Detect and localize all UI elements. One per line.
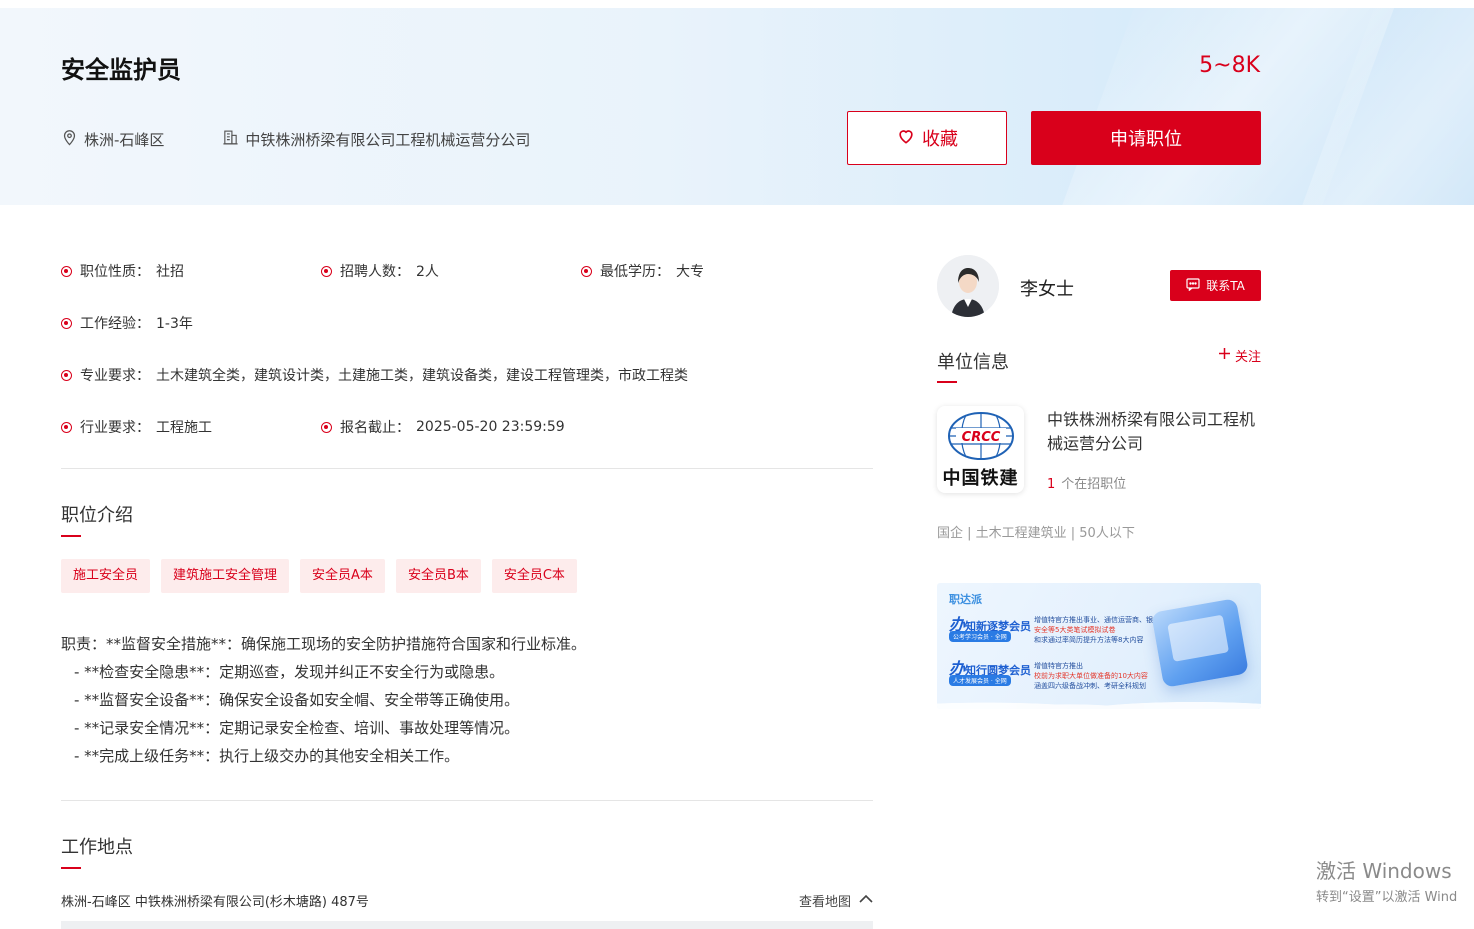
work-address-row: 株洲-石峰区 中铁株洲桥梁有限公司(杉木塘路) 487号 查看地图 — [61, 891, 873, 910]
divider — [61, 800, 873, 801]
bullet-icon — [61, 421, 72, 433]
bullet-icon — [321, 265, 332, 277]
bullet-icon — [321, 421, 332, 433]
banner-text: 增值特官方推出 校前为求职大单位做准备的10大内容 涵盖四六级备战冲刺、考研全科… — [1034, 661, 1148, 691]
attr-experience: 工作经验： 1-3年 — [61, 313, 193, 333]
description-line: 职责：**监督安全措施**：确保施工现场的安全防护措施符合国家和行业标准。 — [61, 635, 587, 653]
logo-text: 中国铁建 — [942, 467, 1019, 489]
company-tags: 国企 | 土木工程建筑业 | 50人以下 — [937, 526, 1135, 541]
banner-text-line: 增值特官方推出 — [1034, 662, 1083, 670]
building-icon — [222, 129, 239, 150]
job-location-text: 株洲-石峰区 — [84, 131, 165, 149]
attr-value: 1-3年 — [156, 316, 193, 332]
attr-headcount: 招聘人数： 2人 — [321, 261, 439, 281]
attr-education: 最低学历： 大专 — [581, 261, 704, 281]
company-logo[interactable]: CRCC 中国铁建 — [937, 406, 1024, 493]
job-title: 安全监护员 — [61, 56, 181, 84]
watermark-line: 激活 Windows — [1316, 859, 1452, 883]
map-preview[interactable] — [61, 921, 873, 929]
job-tag: 建筑施工安全管理 — [161, 559, 290, 593]
banner-pill: 公考学习会员 · 全网 — [949, 631, 1011, 642]
bullet-icon — [61, 265, 72, 277]
location-pin-icon — [61, 129, 78, 150]
bullet-icon — [61, 317, 72, 329]
job-location: 株洲-石峰区 — [61, 129, 164, 150]
view-map-link[interactable]: 查看地图 — [799, 891, 873, 910]
attr-key: 工作经验： — [80, 316, 150, 332]
logo-mark-text: CRCC — [961, 430, 1000, 445]
attr-value: 2人 — [416, 264, 439, 280]
follow-label: 关注 — [1234, 350, 1261, 365]
job-tag: 安全员B本 — [395, 559, 481, 593]
contact-button[interactable]: 联系TA — [1170, 270, 1261, 301]
promo-banner[interactable]: 职达派 办知新逐梦会员 公考学习会员 · 全网 增值特官方推出事业、通信运营商、… — [937, 583, 1261, 709]
job-tag: 安全员C本 — [491, 559, 577, 593]
attr-value: 工程施工 — [156, 420, 212, 436]
recruiter-name: 李女士 — [1020, 279, 1074, 300]
attr-value: 2025-05-20 23:59:59 — [416, 419, 565, 435]
contact-label: 联系TA — [1206, 279, 1245, 293]
chevron-up-icon — [859, 893, 873, 908]
attr-key: 招聘人数： — [340, 264, 410, 280]
section-title-unit: 单位信息 — [937, 348, 1009, 383]
bullet-icon — [581, 265, 592, 277]
attr-industry: 行业要求： 工程施工 — [61, 417, 212, 437]
description-line: - **检查安全隐患**：定期巡查，发现并纠正不安全行为或隐患。 — [74, 663, 505, 681]
openings-label: 个在招职位 — [1061, 477, 1127, 492]
salary: 5~8K — [1199, 53, 1260, 78]
job-header: 安全监护员 5~8K 株洲-石峰区 中铁株洲桥梁有限公司工程机械运营分公司 收藏… — [0, 8, 1474, 205]
attr-key: 职位性质： — [80, 264, 150, 280]
attr-key: 专业要求： — [80, 368, 150, 384]
attr-key: 最低学历： — [600, 264, 670, 280]
plus-icon — [1218, 348, 1230, 363]
attr-major: 专业要求： 土木建筑全类，建筑设计类，土建施工类，建筑设备类，建设工程管理类，市… — [61, 365, 688, 385]
divider — [61, 468, 873, 469]
attr-value: 社招 — [156, 264, 184, 280]
job-tag: 安全员A本 — [300, 559, 385, 593]
banner-text-line: 校前为求职大单位做准备的10大内容 — [1034, 672, 1148, 680]
section-title-intro: 职位介绍 — [61, 501, 133, 537]
avatar — [937, 255, 999, 317]
openings-count: 1 个在招职位 — [1047, 473, 1126, 492]
attr-key: 报名截止： — [340, 420, 410, 436]
attr-nature: 职位性质： 社招 — [61, 261, 184, 281]
company-name[interactable]: 中铁株洲桥梁有限公司工程机械运营分公司 — [1047, 408, 1262, 456]
job-description: 职责：**监督安全措施**：确保施工现场的安全防护措施符合国家和行业标准。 - … — [61, 630, 586, 770]
apply-button[interactable]: 申请职位 — [1031, 111, 1261, 165]
job-company: 中铁株洲桥梁有限公司工程机械运营分公司 — [222, 129, 530, 150]
job-tag: 施工安全员 — [61, 559, 151, 593]
banner-pill: 人才发展会员 · 全网 — [949, 675, 1011, 686]
description-line: - **监督安全设备**：确保安全设备如安全帽、安全带等正确使用。 — [74, 691, 520, 709]
top-strip — [0, 0, 1474, 8]
attr-key: 行业要求： — [80, 420, 150, 436]
favorite-button[interactable]: 收藏 — [847, 111, 1007, 165]
chat-icon — [1186, 277, 1200, 294]
crcc-logo-icon: CRCC — [947, 411, 1014, 460]
bullet-icon — [61, 369, 72, 381]
banner-brand: 职达派 — [949, 593, 982, 606]
attr-value: 土木建筑全类，建筑设计类，土建施工类，建筑设备类，建设工程管理类，市政工程类 — [156, 368, 688, 384]
view-map-label: 查看地图 — [798, 895, 851, 910]
windows-activation-watermark: 激活 Windows 转到“设置”以激活 Wind — [1316, 855, 1457, 905]
section-title-work-place: 工作地点 — [61, 833, 133, 869]
watermark-line: 转到“设置”以激活 Wind — [1316, 890, 1458, 905]
attr-deadline: 报名截止： 2025-05-20 23:59:59 — [321, 417, 565, 437]
job-company-text: 中铁株洲桥梁有限公司工程机械运营分公司 — [245, 131, 531, 149]
job-tags: 施工安全员 建筑施工安全管理 安全员A本 安全员B本 安全员C本 — [61, 559, 577, 593]
work-address: 株洲-石峰区 中铁株洲桥梁有限公司(杉木塘路) 487号 — [61, 895, 369, 910]
description-line: - **完成上级任务**：执行上级交办的其他安全相关工作。 — [74, 747, 460, 765]
banner-illustration — [1151, 598, 1249, 688]
follow-button[interactable]: 关注 — [1218, 346, 1261, 365]
heart-icon — [896, 126, 916, 151]
attr-value: 大专 — [676, 264, 704, 280]
job-meta: 株洲-石峰区 中铁株洲桥梁有限公司工程机械运营分公司 — [61, 129, 530, 150]
favorite-label: 收藏 — [922, 129, 958, 150]
description-line: - **记录安全情况**：定期记录安全检查、培训、事故处理等情况。 — [74, 719, 520, 737]
openings-number: 1 — [1047, 477, 1056, 492]
banner-cloud — [937, 689, 1261, 709]
